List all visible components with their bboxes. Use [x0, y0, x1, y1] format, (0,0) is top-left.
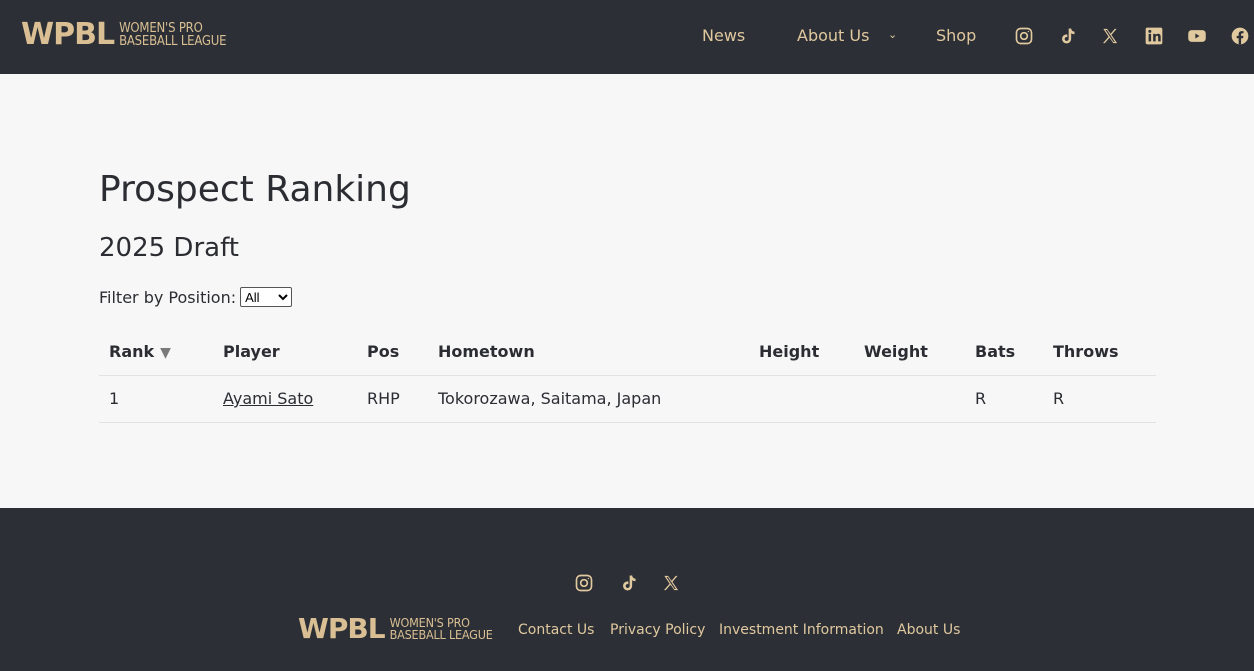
- footer-contact-link[interactable]: Contact Us: [518, 621, 594, 639]
- footer-wpbl-logo[interactable]: WPBL WOMEN'S PRO BASEBALL LEAGUE: [298, 615, 493, 643]
- row-divider: [99, 422, 1156, 423]
- header-bats[interactable]: Bats: [975, 342, 1015, 362]
- header-player[interactable]: Player: [223, 342, 280, 362]
- cell-hometown: Tokorozawa, Saitama, Japan: [438, 389, 662, 408]
- header-hometown[interactable]: Hometown: [438, 342, 535, 362]
- position-select[interactable]: All: [240, 287, 293, 307]
- logo-subtitle: WOMEN'S PRO BASEBALL LEAGUE: [389, 614, 493, 642]
- draft-subtitle: 2025 Draft: [99, 233, 239, 263]
- x-icon[interactable]: [1099, 25, 1121, 47]
- cell-rank: 1: [109, 389, 120, 408]
- position-filter: Filter by Position: All: [99, 287, 293, 307]
- logo-mark: WPBL: [21, 17, 115, 52]
- linkedin-icon[interactable]: [1143, 25, 1165, 47]
- cell-player: Ayami Sato: [223, 389, 313, 409]
- filter-label: Filter by Position:: [99, 287, 237, 307]
- logo-subtitle: WOMEN'S PRO BASEBALL LEAGUE: [119, 21, 227, 49]
- header-height[interactable]: Height: [759, 342, 819, 362]
- sort-desc-icon[interactable]: ▼: [160, 343, 171, 363]
- footer-privacy-link[interactable]: Privacy Policy: [610, 621, 705, 639]
- cell-bats: R: [975, 389, 987, 408]
- site-header: WPBL WOMEN'S PRO BASEBALL LEAGUE News Ab…: [0, 0, 1254, 74]
- nav-shop-link[interactable]: Shop: [936, 26, 976, 46]
- header-pos[interactable]: Pos: [367, 342, 399, 362]
- tiktok-icon[interactable]: [617, 572, 639, 594]
- logo-mark: WPBL: [298, 612, 386, 645]
- instagram-icon[interactable]: [573, 572, 595, 594]
- nav-news-link[interactable]: News: [702, 26, 745, 46]
- instagram-icon[interactable]: [1013, 25, 1035, 47]
- cell-pos: RHP: [367, 389, 400, 408]
- cell-throws: R: [1053, 389, 1065, 408]
- footer-investment-link[interactable]: Investment Information: [719, 621, 884, 639]
- site-footer: WPBL WOMEN'S PRO BASEBALL LEAGUE Contact…: [0, 508, 1254, 671]
- chevron-down-icon[interactable]: ⌄: [888, 28, 897, 41]
- facebook-icon[interactable]: [1229, 25, 1251, 47]
- header-throws[interactable]: Throws: [1053, 342, 1119, 362]
- nav-about-link[interactable]: About Us: [797, 26, 869, 46]
- player-link[interactable]: Ayami Sato: [223, 389, 313, 408]
- footer-about-link[interactable]: About Us: [897, 621, 960, 639]
- x-icon[interactable]: [660, 572, 682, 594]
- youtube-icon[interactable]: [1186, 25, 1208, 47]
- header-rank[interactable]: Rank ▼: [109, 342, 171, 363]
- page-title: Prospect Ranking: [99, 169, 411, 210]
- header-weight[interactable]: Weight: [864, 342, 928, 362]
- wpbl-logo[interactable]: WPBL WOMEN'S PRO BASEBALL LEAGUE: [21, 17, 227, 52]
- tiktok-icon[interactable]: [1056, 25, 1078, 47]
- header-divider: [99, 375, 1156, 376]
